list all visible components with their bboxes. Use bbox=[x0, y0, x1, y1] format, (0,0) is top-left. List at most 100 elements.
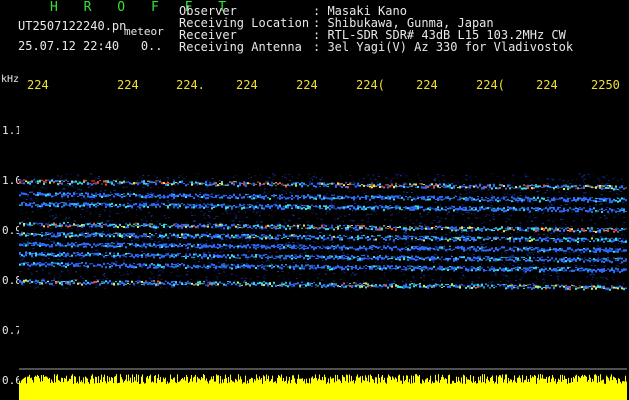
signal-pixel bbox=[189, 196, 191, 198]
noise-speck bbox=[184, 259, 186, 261]
signal-pixel bbox=[323, 205, 325, 207]
signal-pixel bbox=[413, 183, 415, 186]
noise-speck bbox=[119, 249, 122, 251]
signal-pixel bbox=[135, 224, 137, 226]
signal-pixel bbox=[69, 183, 71, 185]
signal-pixel bbox=[417, 205, 419, 208]
signal-pixel bbox=[465, 185, 467, 187]
noise-speck bbox=[623, 182, 624, 184]
noise-speck bbox=[59, 246, 62, 248]
signal-pixel bbox=[121, 226, 123, 228]
signal-pixel bbox=[197, 195, 199, 198]
noise-speck bbox=[367, 221, 370, 222]
noise-speck bbox=[365, 201, 368, 203]
signal-pixel bbox=[105, 183, 107, 186]
noise-speck bbox=[95, 287, 98, 288]
noise-speck bbox=[311, 224, 314, 226]
signal-pixel bbox=[191, 204, 193, 206]
signal-pixel bbox=[493, 196, 495, 198]
noise-speck bbox=[27, 217, 29, 219]
noise-speck bbox=[352, 204, 354, 205]
signal-pixel bbox=[257, 224, 259, 227]
signal-pixel bbox=[167, 181, 169, 184]
noise-speck bbox=[325, 230, 327, 232]
signal-pixel bbox=[523, 230, 525, 232]
signal-pixel bbox=[589, 207, 591, 210]
signal-pixel bbox=[623, 210, 625, 213]
noise-speck bbox=[141, 201, 143, 203]
noise-speck bbox=[530, 285, 532, 287]
signal-pixel bbox=[43, 182, 45, 185]
noise-speck bbox=[487, 270, 490, 272]
noise-speck bbox=[179, 280, 182, 282]
noise-speck bbox=[263, 192, 265, 194]
noise-speck bbox=[608, 180, 610, 181]
noise-speck bbox=[207, 215, 210, 216]
signal-pixel bbox=[439, 199, 441, 201]
noise-speck bbox=[542, 223, 544, 224]
noise-speck bbox=[54, 275, 55, 277]
noise-speck bbox=[623, 216, 625, 218]
noise-speck bbox=[30, 285, 32, 287]
signal-pixel bbox=[259, 196, 261, 198]
noise-speck bbox=[134, 188, 136, 190]
signal-pixel bbox=[245, 183, 247, 185]
noise-speck bbox=[584, 182, 585, 184]
noise-speck bbox=[308, 181, 311, 183]
noise-speck bbox=[299, 203, 302, 205]
signal-pixel bbox=[575, 187, 577, 189]
noise-speck bbox=[320, 179, 322, 181]
noise-speck bbox=[565, 229, 567, 231]
noise-speck bbox=[321, 222, 323, 224]
noise-speck bbox=[470, 175, 472, 177]
signal-pixel bbox=[71, 195, 73, 197]
signal-pixel bbox=[37, 205, 39, 208]
signal-pixel bbox=[147, 193, 149, 195]
signal-pixel bbox=[91, 202, 93, 205]
noise-speck bbox=[199, 242, 201, 244]
signal-pixel bbox=[419, 196, 421, 198]
noise-speck bbox=[597, 245, 599, 247]
noise-speck bbox=[313, 270, 316, 272]
signal-pixel bbox=[221, 204, 223, 206]
noise-speck bbox=[617, 180, 619, 182]
noise-speck bbox=[108, 238, 110, 240]
noise-speck bbox=[173, 207, 176, 209]
signal-pixel bbox=[155, 206, 157, 208]
signal-pixel bbox=[599, 184, 601, 187]
signal-pixel bbox=[543, 184, 545, 187]
noise-speck bbox=[162, 271, 164, 273]
noise-speck bbox=[208, 252, 211, 254]
signal-pixel bbox=[101, 222, 103, 224]
signal-pixel bbox=[211, 204, 213, 207]
noise-speck bbox=[616, 265, 619, 267]
signal-pixel bbox=[229, 181, 231, 183]
signal-pixel bbox=[153, 202, 155, 204]
noise-speck bbox=[226, 259, 228, 261]
signal-pixel bbox=[603, 188, 605, 190]
noise-speck bbox=[27, 196, 29, 197]
noise-speck bbox=[220, 222, 221, 224]
noise-speck bbox=[383, 219, 386, 221]
noise-speck bbox=[613, 279, 615, 281]
noise-speck bbox=[596, 188, 598, 190]
noise-speck bbox=[317, 187, 319, 188]
signal-pixel bbox=[427, 227, 429, 230]
noise-speck bbox=[271, 217, 273, 219]
signal-pixel bbox=[43, 180, 45, 183]
noise-speck bbox=[548, 220, 550, 222]
signal-pixel bbox=[453, 186, 455, 189]
signal-pixel bbox=[211, 196, 213, 198]
signal-pixel bbox=[443, 183, 445, 186]
signal-pixel bbox=[333, 205, 335, 207]
signal-pixel bbox=[589, 185, 591, 188]
signal-pixel bbox=[281, 208, 283, 211]
signal-pixel bbox=[41, 193, 43, 196]
signal-pixel bbox=[471, 185, 473, 187]
signal-pixel bbox=[251, 183, 253, 185]
x-tick-label: 224 bbox=[27, 78, 49, 92]
signal-pixel bbox=[525, 187, 527, 190]
signal-pixel bbox=[611, 187, 613, 189]
signal-pixel bbox=[395, 184, 397, 187]
noise-speck bbox=[118, 193, 121, 195]
